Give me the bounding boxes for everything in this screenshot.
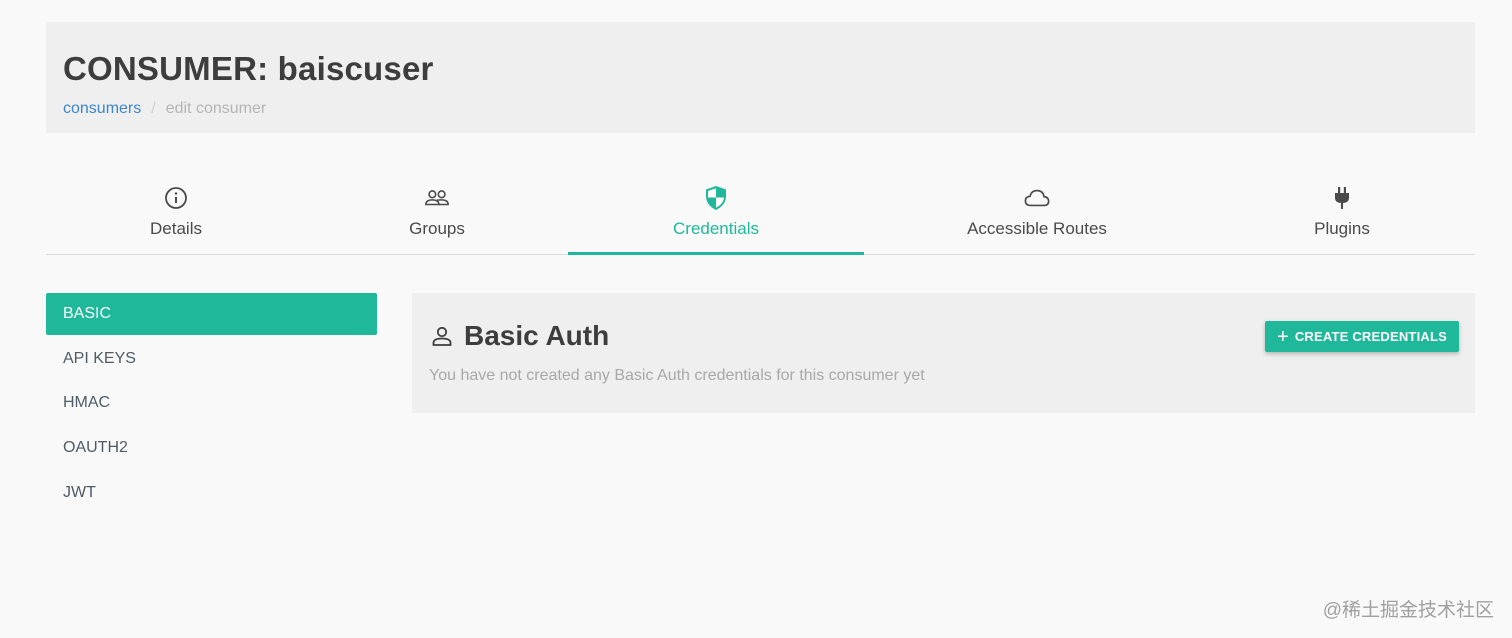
create-credentials-button[interactable]: + CREATE CREDENTIALS bbox=[1264, 321, 1459, 352]
tab-bar: Details Groups Credentials Accessible Ro… bbox=[46, 170, 1475, 255]
breadcrumb-consumers-link[interactable]: consumers bbox=[63, 100, 141, 118]
panel-title: Basic Auth bbox=[464, 320, 610, 351]
users-icon bbox=[424, 185, 450, 211]
tab-details-label: Details bbox=[150, 219, 202, 238]
tab-groups[interactable]: Groups bbox=[357, 170, 517, 254]
cloud-icon bbox=[1024, 185, 1050, 211]
credential-type-menu: BASIC API KEYS HMAC OAUTH2 JWT bbox=[46, 293, 377, 516]
watermark: @稀土掘金技术社区 bbox=[1322, 600, 1494, 621]
tab-plugins[interactable]: Plugins bbox=[1292, 170, 1392, 254]
breadcrumb-current: edit consumer bbox=[165, 100, 267, 117]
menu-item-oauth2[interactable]: OAUTH2 bbox=[46, 427, 377, 469]
tab-details[interactable]: Details bbox=[96, 170, 256, 254]
panel-heading: Basic Auth bbox=[431, 320, 609, 352]
info-circle-icon bbox=[163, 185, 189, 211]
page-title: CONSUMER: baiscuser bbox=[63, 50, 434, 87]
tab-accessible-routes-label: Accessible Routes bbox=[967, 219, 1107, 238]
tab-accessible-routes[interactable]: Accessible Routes bbox=[952, 170, 1122, 254]
empty-state-message: You have not created any Basic Auth cred… bbox=[429, 367, 925, 384]
tab-plugins-label: Plugins bbox=[1314, 219, 1370, 238]
tab-groups-label: Groups bbox=[409, 219, 465, 238]
breadcrumb-separator: / bbox=[151, 100, 156, 117]
page-header: CONSUMER: baiscuser consumers / edit con… bbox=[46, 22, 1475, 133]
tab-credentials-label: Credentials bbox=[673, 219, 759, 238]
menu-item-hmac[interactable]: HMAC bbox=[46, 382, 377, 424]
menu-item-basic[interactable]: BASIC bbox=[46, 293, 377, 335]
basic-auth-panel: Basic Auth You have not created any Basi… bbox=[412, 293, 1475, 413]
tab-credentials[interactable]: Credentials bbox=[568, 170, 864, 255]
plug-icon bbox=[1329, 185, 1355, 211]
menu-item-api-keys[interactable]: API KEYS bbox=[46, 338, 377, 380]
menu-item-jwt[interactable]: JWT bbox=[46, 472, 377, 514]
shield-icon bbox=[703, 185, 729, 211]
breadcrumb: consumers / edit consumer bbox=[63, 100, 266, 118]
create-credentials-label: CREATE CREDENTIALS bbox=[1294, 329, 1447, 344]
plus-icon: + bbox=[1276, 325, 1289, 348]
user-icon bbox=[431, 325, 453, 347]
